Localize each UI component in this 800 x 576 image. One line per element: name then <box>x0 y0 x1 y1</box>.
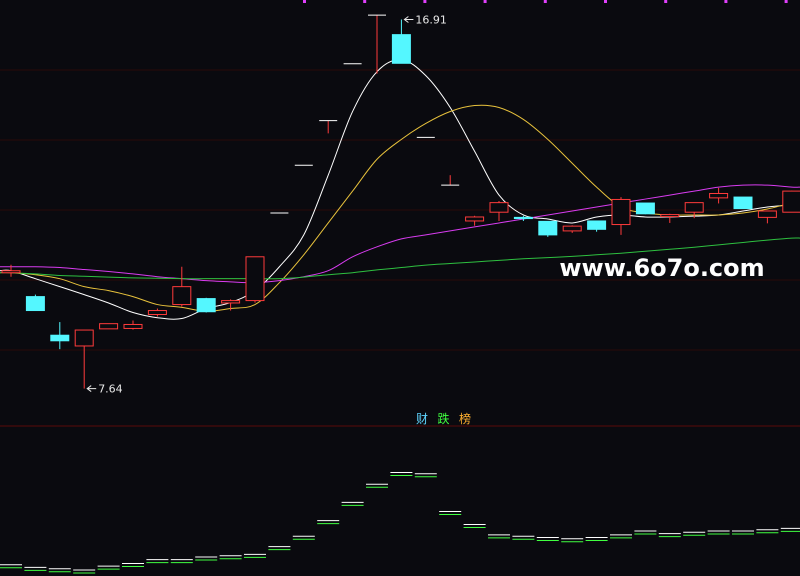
top-tick-8 <box>784 0 788 3</box>
candle-body <box>465 216 485 222</box>
stock-chart: 16.91 7.64 www.6o7o.com 财跌榜 <box>0 0 800 576</box>
candle-body <box>221 300 241 304</box>
candle-4 <box>99 323 119 330</box>
top-tick-6 <box>664 0 668 3</box>
candle-body <box>74 329 94 347</box>
indicator-label-0: 财 <box>416 412 428 426</box>
indicator-labels: 财跌榜 <box>416 411 471 426</box>
indicator-label-2: 榜 <box>459 411 471 426</box>
candle-body <box>172 286 192 306</box>
top-tick-5 <box>604 0 607 3</box>
candle-body <box>538 220 558 236</box>
candle-body <box>123 323 143 329</box>
candle-body <box>391 34 411 64</box>
top-tick-3 <box>483 0 487 3</box>
candle-8 <box>196 297 216 313</box>
candle-10 <box>245 256 265 303</box>
candle-body <box>489 202 509 213</box>
candle-body <box>660 214 680 218</box>
candle-30 <box>733 196 753 210</box>
chart-background <box>0 0 800 576</box>
indicator-label-1: 跌 <box>438 411 450 426</box>
candle-body <box>562 225 582 232</box>
candle-body <box>513 216 533 220</box>
top-tick-1 <box>363 0 367 3</box>
candle-32 <box>782 190 800 213</box>
candle-1 <box>25 294 45 312</box>
candle-body <box>611 198 631 226</box>
candle-body <box>587 220 607 230</box>
candle-body <box>99 323 119 330</box>
candle-body <box>1 270 21 274</box>
candle-body <box>196 298 216 313</box>
annotation-label: 16.91 <box>415 14 447 27</box>
candle-body <box>782 190 800 213</box>
top-tick-7 <box>724 0 728 3</box>
top-tick-4 <box>543 0 547 3</box>
candle-body <box>684 202 704 213</box>
candle-body <box>757 210 777 218</box>
candle-body <box>733 196 753 210</box>
top-tick-0 <box>303 0 306 3</box>
candle-body <box>25 296 45 312</box>
candle-body <box>709 192 729 199</box>
annotation-label: 7.64 <box>98 383 123 396</box>
candle-body <box>147 310 167 316</box>
top-tick-2 <box>423 0 427 3</box>
watermark: www.6o7o.com <box>559 254 764 282</box>
candle-body <box>245 256 265 302</box>
candle-26 <box>635 202 655 215</box>
candle-22 <box>538 220 558 237</box>
candle-body <box>635 202 655 215</box>
candle-body <box>50 334 70 342</box>
